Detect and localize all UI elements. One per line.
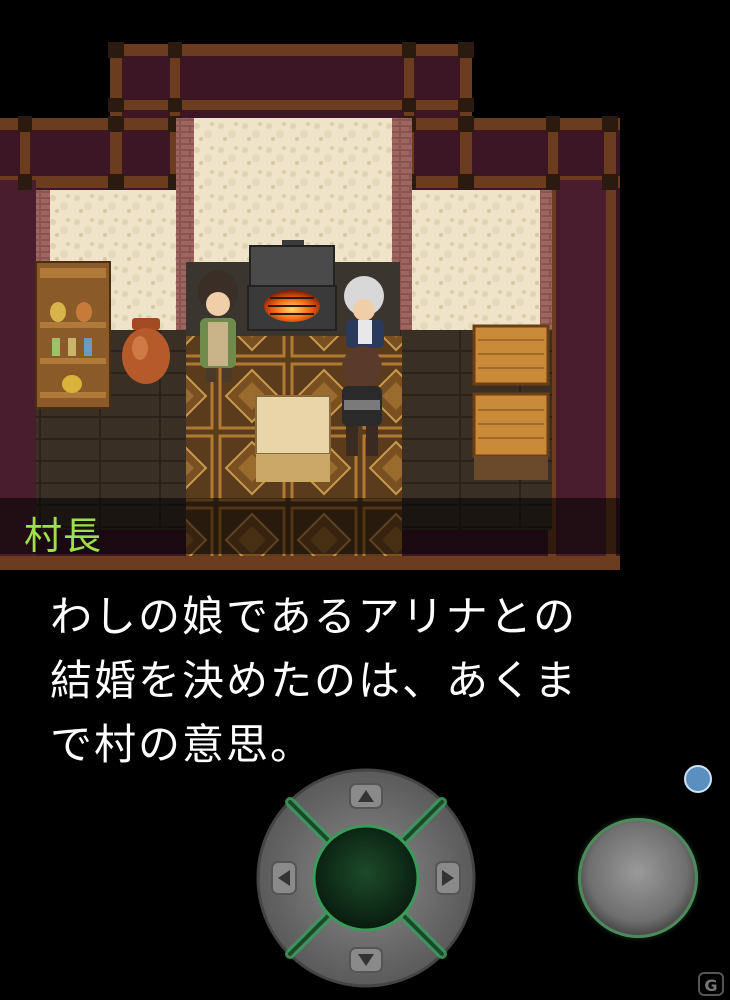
bottle-shelf xyxy=(35,261,111,409)
arrow-right-icon[interactable] xyxy=(435,861,461,895)
speaker-name: 村長 xyxy=(24,514,103,558)
dialogue-line-3: で村の意思。 xyxy=(50,720,315,769)
dialogue-line-1: わしの娘であるアリナとの xyxy=(50,592,578,641)
arrow-up-icon[interactable] xyxy=(349,783,383,809)
crates xyxy=(472,324,550,480)
arrow-left-icon[interactable] xyxy=(271,861,297,895)
arrow-down-icon[interactable] xyxy=(349,947,383,973)
dpad[interactable] xyxy=(256,768,476,988)
action-button[interactable] xyxy=(578,818,698,938)
fireplace xyxy=(247,240,337,331)
dialogue-box[interactable]: わしの娘であるアリナとの 結婚を決めたのは、あくま で村の意思。 xyxy=(50,585,650,777)
menu-dot-icon[interactable] xyxy=(684,765,712,793)
site-logo-icon: G xyxy=(698,972,724,996)
character-woman xyxy=(198,270,238,382)
dialogue-line-2: 結婚を決めたのは、あくま xyxy=(50,656,579,705)
wooden-table xyxy=(255,395,331,482)
